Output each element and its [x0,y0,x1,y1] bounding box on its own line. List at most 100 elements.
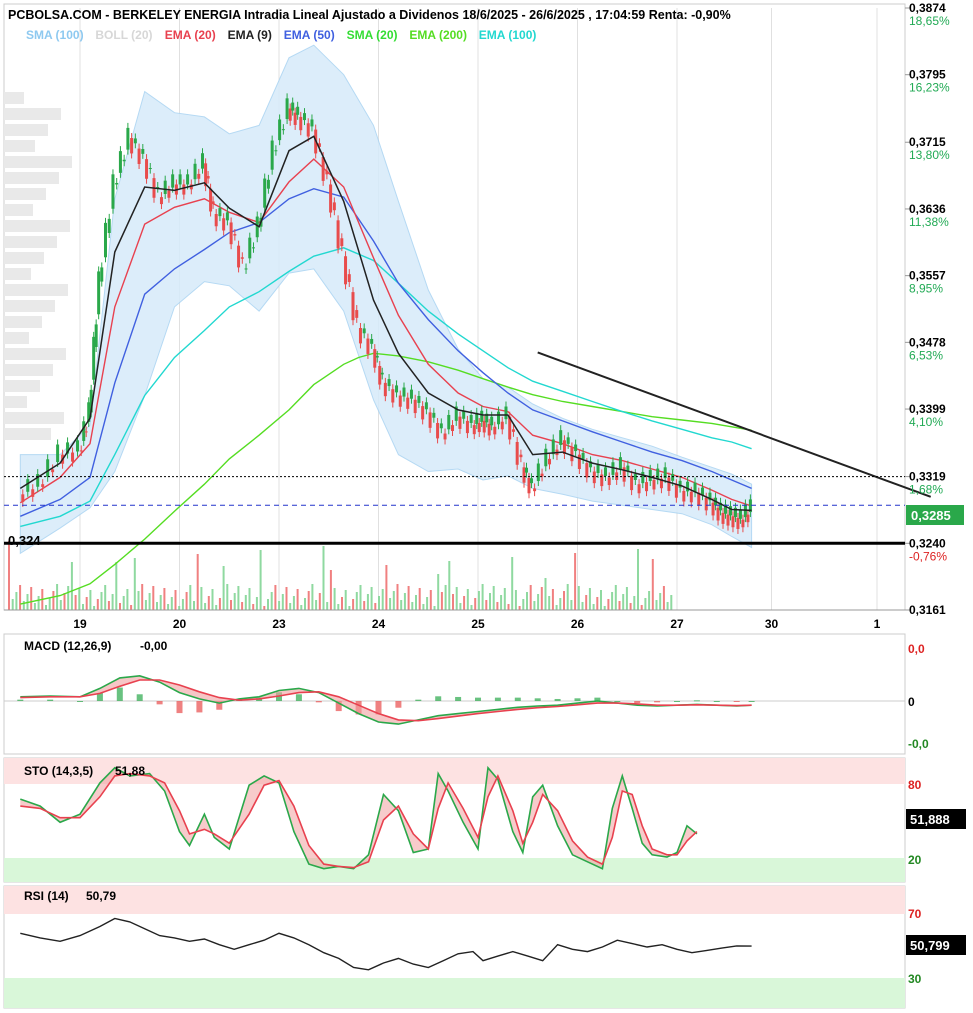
legend-entry: EMA (20) [165,28,216,42]
support-label: 0,324 [8,533,41,548]
volume-profile-bar [4,364,53,376]
volume-bar [466,589,469,610]
volume-bar [529,585,532,610]
macd-histogram-bar [47,699,54,701]
candle-body [741,519,745,528]
candle-body [458,416,462,429]
volume-profile-bar [4,412,64,424]
price-y-pct-label: 18,65% [909,14,950,28]
candle-body [115,182,119,185]
candle-body [26,479,30,492]
volume-bar [366,594,369,610]
volume-bar [181,599,184,610]
candle-body [148,167,152,169]
volume-bar [492,586,495,610]
macd-histogram-bar [494,697,501,701]
volume-bar [344,590,347,610]
candle-body [577,454,581,469]
candle-body [263,178,267,208]
candle-body [355,310,359,318]
volume-bar [30,587,33,610]
price-y-tick-label: 0,3874 [909,1,946,15]
volume-bar [640,605,643,610]
candle-body [746,514,750,523]
price-x-tick-label: 30 [765,617,779,631]
volume-bar [204,603,207,610]
volume-bar [230,600,232,610]
price-y-tick-label: 0,3399 [909,402,946,416]
volume-profile-bar [4,236,57,248]
candle-body [603,467,607,476]
sto-value: 51,88 [115,764,145,778]
candle-body [159,197,163,205]
volume-bar [374,603,377,610]
rsi-overbought-band [4,886,905,914]
candle-body [480,410,484,422]
candle-body [375,355,379,358]
candle-body [738,509,742,519]
candle-body [574,444,578,452]
volume-bar [503,588,506,610]
candle-body [21,494,25,502]
candle-body [100,267,104,282]
volume-bar [396,584,399,610]
candle-body [274,150,278,152]
volume-bar [418,588,421,610]
volume-profile-bar [4,316,42,328]
price-y-tick-label: 0,3319 [909,470,946,484]
volume-bar [540,587,543,610]
candle-body [302,113,306,121]
price-y-pct-label: 16,23% [909,81,950,95]
candle-body [291,102,295,111]
macd-histogram-bar [196,701,203,713]
price-y-pct-label: -0,76% [909,549,947,563]
price-x-tick-label: 27 [670,617,684,631]
volume-bar [315,600,318,610]
volume-bar [248,588,251,610]
price-y-tick-label: 0,3478 [909,335,946,349]
volume-bar [52,591,55,610]
stochastic-panel: STO (14,3,5) 51,88 80 20 51,888 [3,757,966,883]
price-x-tick-label: 23 [272,617,286,631]
candle-body [671,474,675,481]
candle-body [252,247,256,249]
volume-bar [70,562,73,610]
volume-bar [67,586,70,610]
volume-bar [489,593,491,610]
macd-histogram-bar [415,699,422,701]
macd-value: -0,00 [140,639,168,653]
candle-body [406,397,410,409]
candle-body [306,123,310,137]
price-x-tick-label: 25 [471,617,485,631]
candle-body [325,170,329,175]
candle-body [366,338,370,354]
rsi-panel: RSI (14) 50,79 70 30 50,799 [3,885,966,1009]
candle-body [186,174,190,185]
macd-histogram-bar [654,701,661,703]
candle-body [656,468,660,480]
price-y-pct-label: 4,10% [909,415,943,429]
macd-histogram-bar [315,701,322,703]
price-y-pct-label: 13,80% [909,148,950,162]
candle-body [398,395,402,407]
macd-histogram-bar [514,697,521,701]
candle-body [94,324,98,347]
volume-bar [485,600,488,610]
volume-bar [511,557,514,610]
chart-canvas: 0,324 0,387418,65% 0,379516,23% 0,371513,8… [3,1,966,1009]
volume-bar [514,590,517,610]
macd-histogram-bar [693,700,700,702]
volume-bar [300,605,303,610]
candle-body [533,488,537,492]
volume-bar [581,602,584,610]
volume-bar [411,602,414,610]
volume-bar [648,591,651,610]
volume-bar [274,585,277,610]
macd-histogram-bar [748,701,755,702]
candle-body [270,140,274,170]
volume-bar [655,600,658,610]
volume-bar [651,559,654,610]
candle-body [424,402,428,410]
candle-body [285,98,289,120]
rsi-label: RSI (14) [24,889,69,903]
